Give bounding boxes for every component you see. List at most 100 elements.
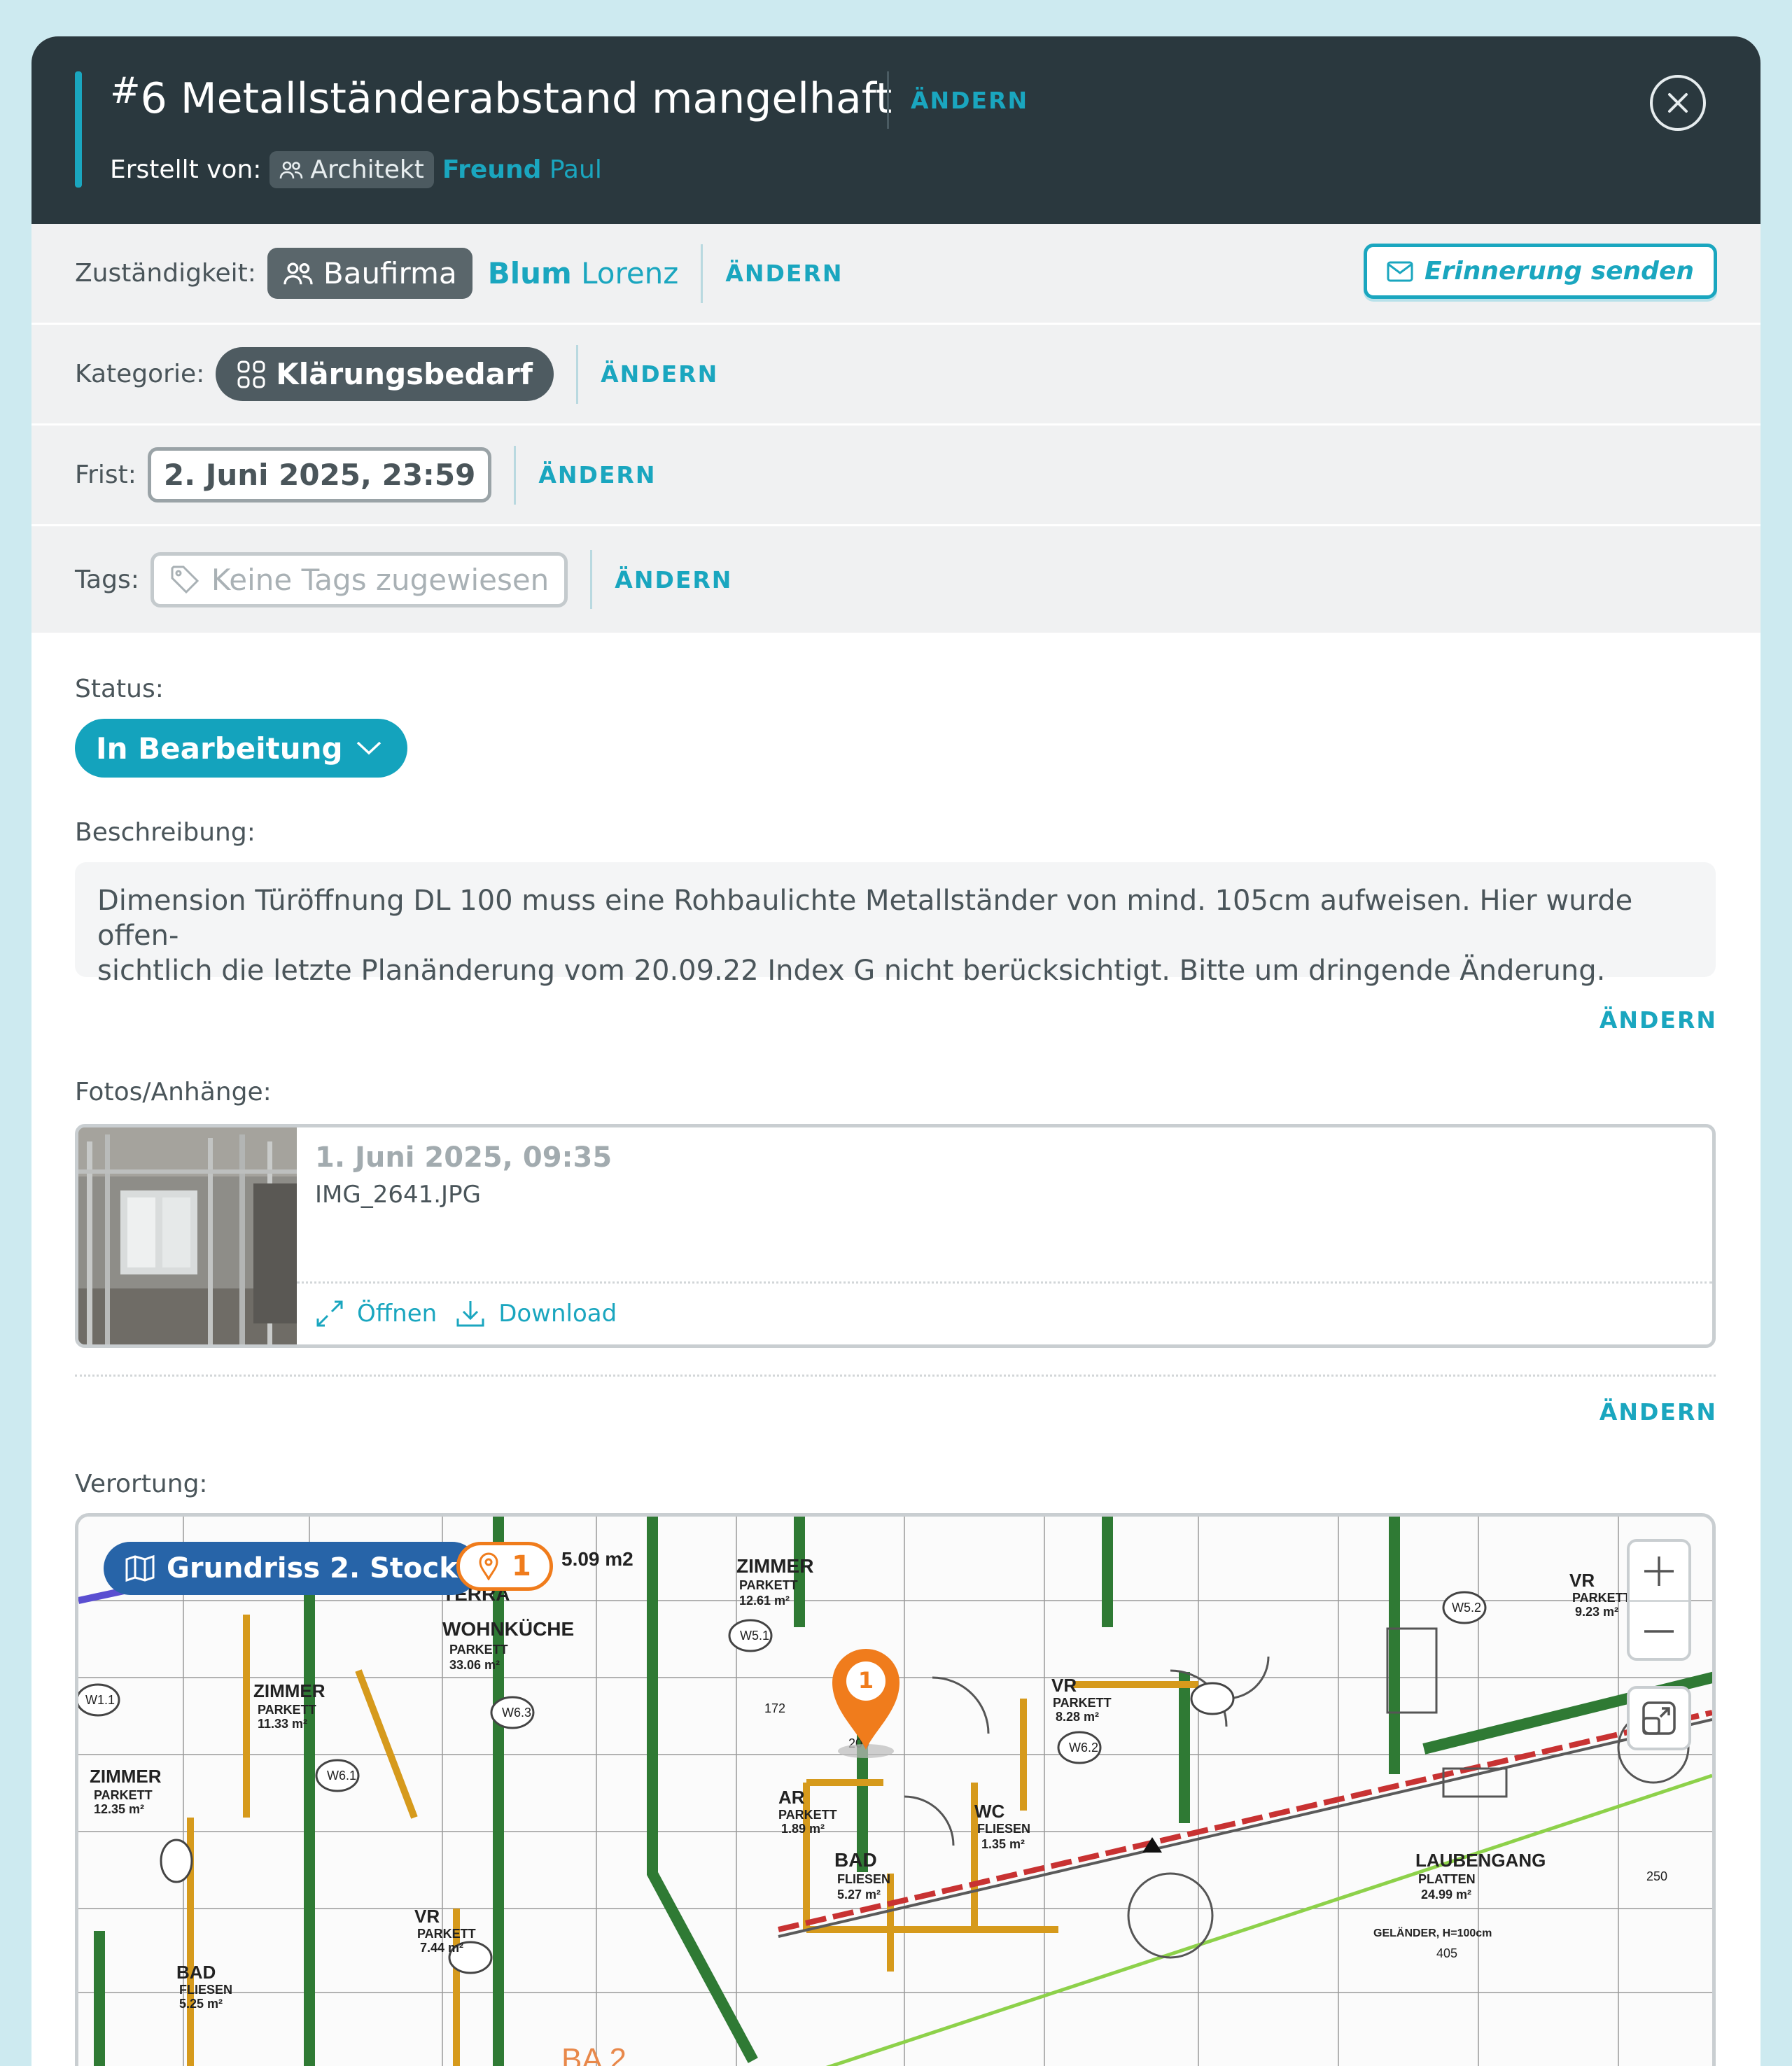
plan-label: 5.27 m² <box>837 1888 881 1902</box>
pin-count-badge[interactable]: 1 <box>456 1542 553 1591</box>
plan-label: 250 <box>1646 1869 1667 1883</box>
category-row: Kategorie: Klärungsbedarf ÄNDERN <box>31 325 1760 426</box>
responsible-first-name: Lorenz <box>581 256 679 290</box>
plan-label: ZIMMER <box>253 1680 326 1701</box>
download-link[interactable]: Download <box>498 1300 617 1328</box>
tags-empty-box: Keine Tags zugewiesen <box>150 551 568 607</box>
plan-label: W5.1 <box>740 1629 769 1643</box>
map-pin-icon <box>832 1649 899 1750</box>
plan-label: 9.23 m² <box>1575 1605 1618 1619</box>
zoom-in-button[interactable] <box>1630 1542 1688 1600</box>
divider <box>576 344 579 404</box>
plan-label: 24.99 m² <box>1421 1888 1471 1902</box>
plan-label: W1.1 <box>85 1693 115 1707</box>
responsible-role-chip: Baufirma <box>267 248 472 299</box>
plan-label: VR <box>414 1906 440 1927</box>
plan-label: 11.33 m² <box>258 1717 307 1731</box>
plan-label: 8.28 m² <box>1056 1710 1099 1724</box>
plan-label: 5.09 m2 <box>561 1548 634 1570</box>
plan-label: FLIESEN <box>977 1822 1030 1836</box>
responsibility-change-link[interactable]: ÄNDERN <box>725 260 843 287</box>
minus-icon <box>1644 1629 1674 1633</box>
status-dropdown[interactable]: In Bearbeitung <box>75 719 407 778</box>
plan-label: WC <box>974 1801 1005 1822</box>
attachments-change-link[interactable]: ÄNDERN <box>1600 1398 1717 1426</box>
map-pin-icon <box>479 1552 498 1580</box>
header-accent-bar <box>75 71 82 188</box>
divider <box>701 244 704 303</box>
responsible-last-name: Blum <box>487 256 572 290</box>
creator-name[interactable]: Freund Paul <box>442 155 602 184</box>
creator-first-name: Paul <box>549 155 602 184</box>
plan-label: AR <box>778 1787 805 1808</box>
title-divider <box>887 71 889 129</box>
plan-label: W6.3 <box>502 1706 531 1720</box>
tags-value: Keine Tags zugewiesen <box>211 562 550 597</box>
marker-number: 1 <box>858 1667 874 1694</box>
zoom-controls <box>1627 1539 1691 1661</box>
plan-label: 12.61 m² <box>739 1594 790 1608</box>
issue-title-text: Metallständerabstand mangelhaft <box>180 74 892 123</box>
expand-icon <box>316 1300 343 1327</box>
status-value: In Bearbeitung <box>96 731 343 766</box>
description-box: Dimension Türöffnung DL 100 muss eine Ro… <box>75 862 1716 987</box>
location-label: Verortung: <box>75 1470 208 1498</box>
tags-change-link[interactable]: ÄNDERN <box>615 566 732 593</box>
plan-name: Grundriss 2. Stock <box>167 1552 458 1584</box>
zoom-out-button[interactable] <box>1630 1600 1688 1660</box>
creator-role-chip: Architekt <box>270 151 434 188</box>
title-change-link[interactable]: ÄNDERN <box>911 87 1028 114</box>
send-reminder-label: Erinnerung senden <box>1424 257 1694 286</box>
responsible-name[interactable]: Blum Lorenz <box>488 256 679 290</box>
users-icon <box>280 161 303 178</box>
pin-count: 1 <box>512 1550 531 1582</box>
attachment-item: 1. Juni 2025, 09:35 IMG_2641.JPG Öffnen … <box>75 1124 1716 1348</box>
plan-label: PARKETT <box>449 1643 508 1657</box>
plan-label: W6.1 <box>327 1769 356 1783</box>
description-line-1: Dimension Türöffnung DL 100 muss eine Ro… <box>97 885 1633 952</box>
plan-label: 7.44 m² <box>420 1941 463 1955</box>
plan-label: PARKETT <box>1572 1591 1631 1605</box>
created-by: Erstellt von: Architekt Freund Paul <box>110 151 602 188</box>
floor-plan-map[interactable]: ZIMMER PARKETT 12.61 m² TERRA 5.09 m2 WO… <box>75 1513 1716 2066</box>
issue-hash: # <box>110 70 141 112</box>
category-chip: Klärungsbedarf <box>216 347 554 401</box>
open-link[interactable]: Öffnen <box>357 1300 437 1328</box>
grid-icon <box>237 360 265 388</box>
plan-label: 405 <box>1436 1946 1457 1960</box>
plus-icon <box>1644 1556 1674 1586</box>
created-by-label: Erstellt von: <box>110 155 262 184</box>
category-change-link[interactable]: ÄNDERN <box>601 360 718 388</box>
plan-label: PARKETT <box>258 1703 316 1717</box>
location-marker[interactable]: 1 <box>830 1646 902 1751</box>
mail-icon <box>1387 261 1413 281</box>
responsibility-row: Zuständigkeit: Baufirma Blum Lorenz ÄNDE… <box>31 224 1760 325</box>
deadline-change-link[interactable]: ÄNDERN <box>538 461 656 489</box>
plan-label: WOHNKÜCHE <box>442 1618 574 1640</box>
issue-header: #6 Metallständerabstand mangelhaft ÄNDER… <box>31 36 1760 224</box>
download-icon <box>456 1301 484 1327</box>
divider <box>514 445 517 505</box>
plan-name-badge[interactable]: Grundriss 2. Stock <box>104 1542 479 1595</box>
deadline-value: 2. Juni 2025, 23:59 <box>147 447 492 503</box>
description-line-2: sichtlich die letzte Planänderung vom 20… <box>97 955 1606 987</box>
expand-map-button[interactable] <box>1627 1686 1691 1750</box>
attachment-thumbnail[interactable] <box>78 1127 297 1344</box>
plan-label: PARKETT <box>739 1578 798 1592</box>
issue-title: #6 Metallständerabstand mangelhaft <box>110 70 892 123</box>
deadline-label: Frist: <box>75 461 136 489</box>
plan-label: PARKETT <box>1053 1696 1112 1710</box>
chevron-down-icon <box>356 741 381 755</box>
responsibility-label: Zuständigkeit: <box>75 259 256 288</box>
creator-last-name: Freund <box>442 155 542 184</box>
category-value: Klärungsbedarf <box>276 357 533 391</box>
attachments-label: Fotos/Anhänge: <box>75 1078 272 1106</box>
send-reminder-button[interactable]: Erinnerung senden <box>1364 244 1717 299</box>
creator-role: Architekt <box>310 155 424 184</box>
plan-label: ZIMMER <box>736 1555 813 1577</box>
close-button[interactable] <box>1650 75 1706 131</box>
divider <box>590 550 593 609</box>
description-change-link[interactable]: ÄNDERN <box>1600 1006 1717 1034</box>
plan-label: 172 <box>764 1701 785 1715</box>
attachment-date: 1. Juni 2025, 09:35 <box>315 1141 612 1174</box>
